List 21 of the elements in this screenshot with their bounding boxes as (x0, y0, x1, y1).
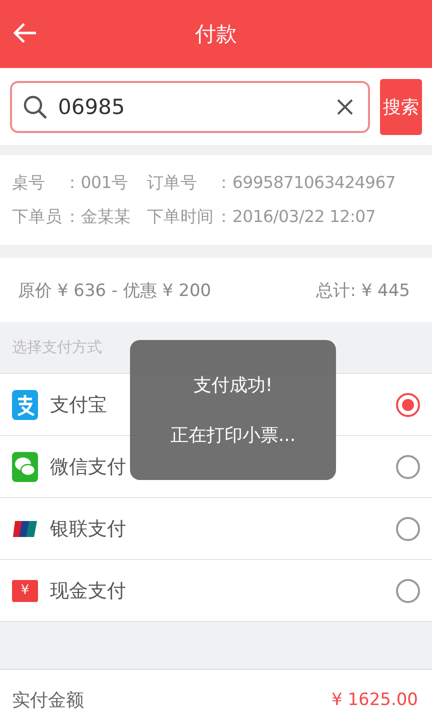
info-value: ：金某某 (64, 206, 131, 228)
info-value: ：6995871063424967 (216, 172, 397, 194)
payment-label: 微信支付 (50, 454, 127, 480)
toast-title: 支付成功! (193, 374, 273, 397)
paid-amount: ¥ 1625.00 (331, 690, 418, 710)
toast-message: 正在打印小票... (170, 424, 296, 447)
info-value: ：2016/03/22 12:07 (216, 206, 377, 228)
info-value: ：001号 (64, 172, 130, 194)
payment-label: 银联支付 (50, 516, 127, 542)
info-label: 桌号 (12, 172, 46, 194)
info-label: 下单员 (12, 206, 62, 228)
info-label: 订单号 (146, 172, 198, 194)
payment-label: 支付宝 (50, 392, 108, 418)
price-summary: 原价 ¥ 636 - 优惠 ¥ 200 (18, 280, 212, 302)
price-total: 总计: ¥ 445 (316, 280, 410, 302)
paid-amount-label: 实付金额 (12, 689, 84, 712)
info-label: 下单时间 (146, 206, 214, 228)
cash-icon: ¥ (12, 580, 38, 602)
payment-label: 现金支付 (50, 578, 127, 604)
page-title: 付款 (195, 21, 237, 48)
section-label: 选择支付方式 (12, 338, 102, 357)
